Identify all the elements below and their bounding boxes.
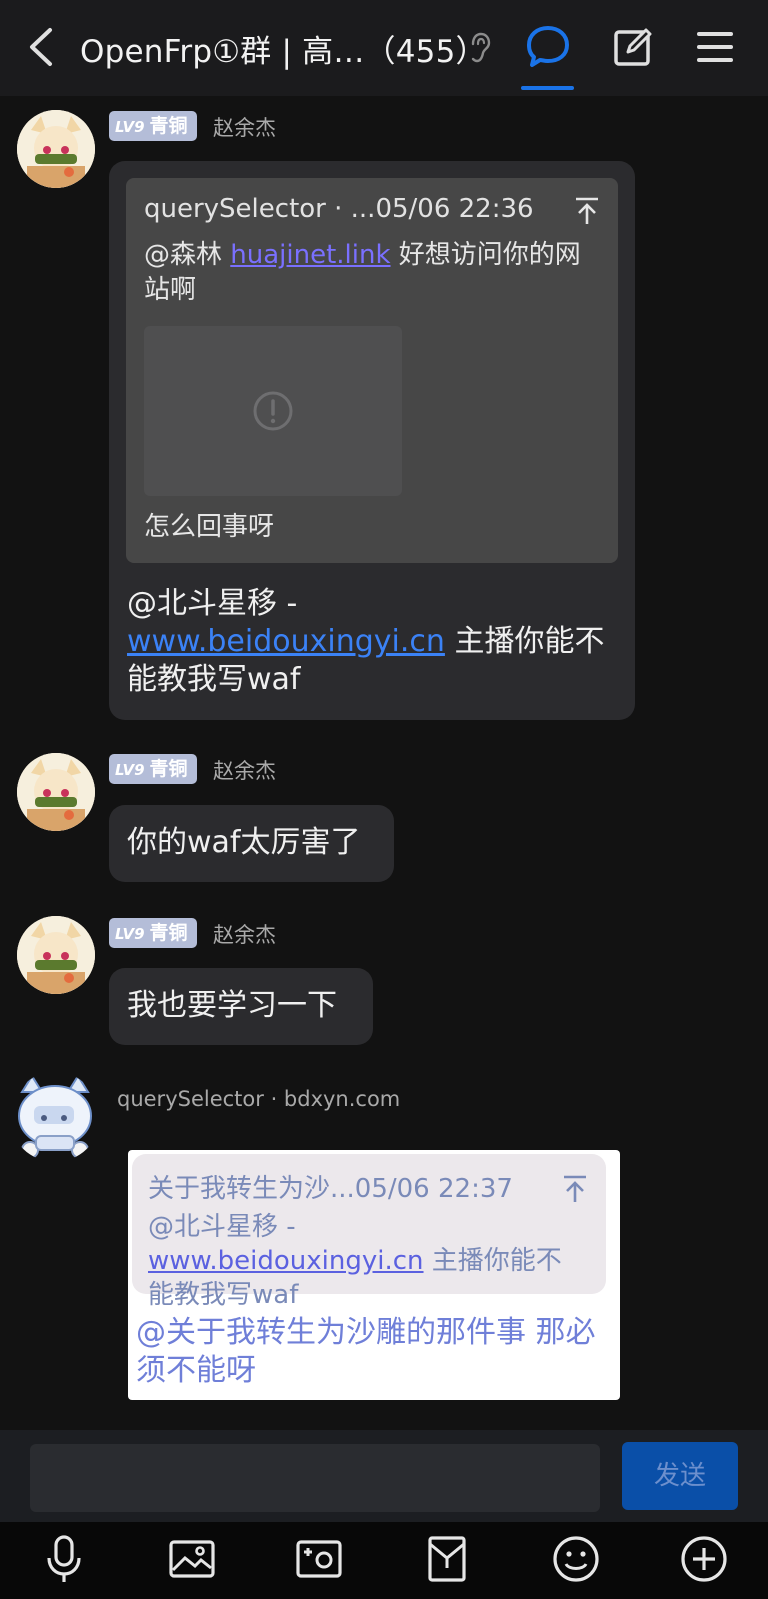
level-badge: LV9 青铜 — [109, 111, 197, 141]
group-title[interactable]: OpenFrp①群 | 高…（455） — [80, 26, 487, 71]
quote-author-time: 关于我转生为沙...05/06 22:37 — [148, 1174, 513, 1204]
message-text: 你的waf太厉害了 — [127, 825, 361, 860]
camera-icon[interactable] — [294, 1534, 344, 1584]
message-link[interactable]: www.beidouxingyi.cn — [127, 624, 445, 659]
sender-name[interactable]: 赵余杰 — [213, 112, 276, 142]
quote-text: @北斗星移 - www.beidouxingyi.cn 主播你能不能教我写waf — [148, 1212, 562, 1310]
microphone-icon[interactable] — [39, 1534, 89, 1584]
avatar[interactable] — [10, 1072, 100, 1162]
quoted-message[interactable]: querySelector · ...05/06 22:36 @森林 huaji… — [126, 178, 618, 563]
file-icon[interactable] — [422, 1534, 472, 1584]
back-icon[interactable] — [22, 24, 62, 70]
message-bubble[interactable]: 我也要学习一下 — [109, 968, 373, 1045]
emoji-icon[interactable] — [551, 1534, 601, 1584]
quote-text: @森林 huajinet.link 好想访问你的网站啊 — [144, 240, 581, 305]
active-tab-indicator — [521, 86, 574, 90]
plus-icon[interactable] — [679, 1534, 729, 1584]
avatar[interactable] — [17, 916, 95, 994]
input-bar: 发送 — [0, 1430, 768, 1522]
message-text: 我也要学习一下 — [127, 988, 337, 1023]
image-placeholder[interactable] — [144, 326, 402, 496]
avatar-image — [18, 1074, 92, 1159]
jump-to-top-icon[interactable] — [562, 1174, 588, 1204]
send-button[interactable]: 发送 — [622, 1442, 738, 1510]
quote-footer-text: 怎么回事呀 — [144, 512, 275, 542]
message-input[interactable] — [30, 1444, 600, 1512]
jump-to-top-icon[interactable] — [574, 196, 600, 226]
sender-name[interactable]: 赵余杰 — [213, 755, 276, 785]
avatar[interactable] — [17, 753, 95, 831]
message-bubble[interactable]: querySelector · ...05/06 22:36 @森林 huaji… — [109, 161, 635, 720]
image-icon[interactable] — [167, 1534, 217, 1584]
sender-name[interactable]: 赵余杰 — [213, 919, 276, 949]
chat-bubble-icon[interactable] — [524, 24, 572, 70]
level-badge: LV9 青铜 — [109, 918, 197, 948]
message-card[interactable]: 关于我转生为沙...05/06 22:37 @北斗星移 - www.beidou… — [128, 1150, 620, 1400]
avatar[interactable] — [17, 110, 95, 188]
message-bubble[interactable]: 你的waf太厉害了 — [109, 805, 394, 882]
quote-author-time: querySelector · ...05/06 22:36 — [144, 194, 534, 224]
avatar-image — [17, 110, 95, 188]
edit-icon[interactable] — [612, 26, 654, 68]
message-text: @北斗星移 - www.beidouxingyi.cn 主播你能不能教我写waf — [127, 586, 605, 697]
alert-icon — [253, 391, 293, 431]
message-text: @关于我转生为沙雕的那件事 那必须不能呀 — [136, 1315, 596, 1388]
bottom-toolbar — [0, 1522, 768, 1599]
chat-header: OpenFrp①群 | 高…（455） — [0, 0, 768, 96]
quoted-message[interactable]: 关于我转生为沙...05/06 22:37 @北斗星移 - www.beidou… — [132, 1154, 606, 1310]
menu-icon[interactable] — [696, 28, 734, 66]
quote-link[interactable]: huajinet.link — [230, 240, 390, 270]
sender-name[interactable]: querySelector · bdxyn.com — [117, 1087, 400, 1111]
avatar-image — [17, 916, 95, 994]
avatar-image — [17, 753, 95, 831]
quote-link[interactable]: www.beidouxingyi.cn — [148, 1246, 424, 1276]
ear-icon — [471, 32, 491, 63]
level-badge: LV9 青铜 — [109, 754, 197, 784]
